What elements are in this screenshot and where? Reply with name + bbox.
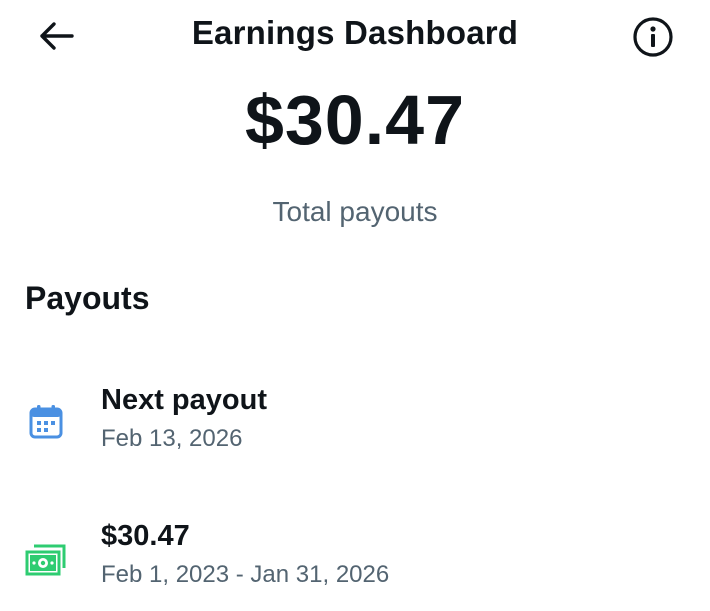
page-title: Earnings Dashboard <box>191 14 519 51</box>
list-item-next-payout[interactable]: Next payout Feb 13, 2026 <box>0 372 710 462</box>
next-payout-title: Next payout <box>101 384 267 416</box>
list-item-payout[interactable]: $30.47 Feb 1, 2023 - Jan 31, 2026 <box>0 508 710 598</box>
payout-period: Feb 1, 2023 - Jan 31, 2026 <box>101 561 390 588</box>
next-payout-date: Feb 13, 2026 <box>101 425 243 452</box>
header-bar: Earnings Dashboard <box>0 0 710 72</box>
calendar-icon <box>24 400 68 444</box>
payouts-section-title: Payouts <box>25 280 150 316</box>
info-button[interactable] <box>630 14 676 60</box>
info-icon <box>633 17 673 57</box>
payout-amount: $30.47 <box>101 520 190 552</box>
total-amount: $30.47 <box>244 81 466 159</box>
cash-icon <box>24 538 68 582</box>
total-amount-caption: Total payouts <box>272 196 438 227</box>
